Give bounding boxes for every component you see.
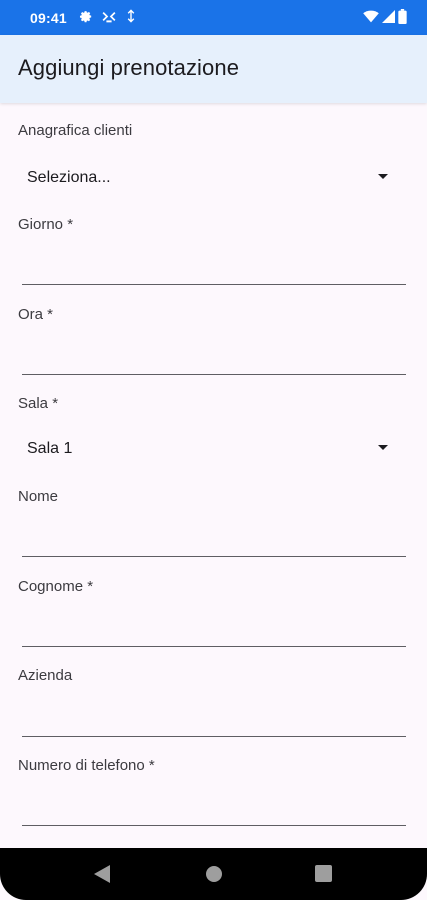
anagrafica-clienti-value: Seleziona... <box>27 169 111 186</box>
cognome-label: Cognome * <box>18 578 94 595</box>
azienda-input[interactable] <box>22 700 406 737</box>
recents-icon[interactable] <box>315 865 332 887</box>
status-bar: 09:41 <box>0 0 427 35</box>
nome-label: Nome <box>18 488 59 505</box>
status-system-icons <box>363 0 407 35</box>
azienda-label: Azienda <box>18 667 73 684</box>
page-title: Aggiungi prenotazione <box>18 55 240 80</box>
sala-value: Sala 1 <box>27 440 73 457</box>
sala-select[interactable]: Sala 1 <box>18 432 406 466</box>
anagrafica-clienti-label: Anagrafica clienti <box>18 122 133 139</box>
data-saver-icon <box>126 9 136 26</box>
app-bar: Aggiungi prenotazione <box>0 35 427 103</box>
ora-input[interactable] <box>22 338 406 375</box>
battery-icon <box>398 8 407 27</box>
status-notification-icons <box>79 9 136 26</box>
sala-label: Sala * <box>18 395 59 412</box>
back-icon[interactable] <box>94 865 110 888</box>
signal-icon <box>382 9 395 26</box>
ora-label: Ora * <box>18 306 54 323</box>
wifi-icon <box>363 10 379 26</box>
accessibility-icon <box>101 10 117 26</box>
navigation-bar <box>0 848 427 900</box>
telefono-input[interactable] <box>22 789 406 826</box>
home-icon[interactable] <box>205 865 223 888</box>
giorno-input[interactable] <box>22 248 406 285</box>
dropdown-arrow-icon <box>378 174 388 179</box>
nome-input[interactable] <box>22 520 406 557</box>
telefono-label: Numero di telefono * <box>18 757 155 774</box>
status-time: 09:41 <box>30 9 67 26</box>
dropdown-arrow-icon <box>378 445 388 450</box>
cognome-input[interactable] <box>22 610 406 647</box>
giorno-label: Giorno * <box>18 216 74 233</box>
settings-icon <box>79 10 92 26</box>
anagrafica-clienti-select[interactable]: Seleziona... <box>18 161 406 195</box>
